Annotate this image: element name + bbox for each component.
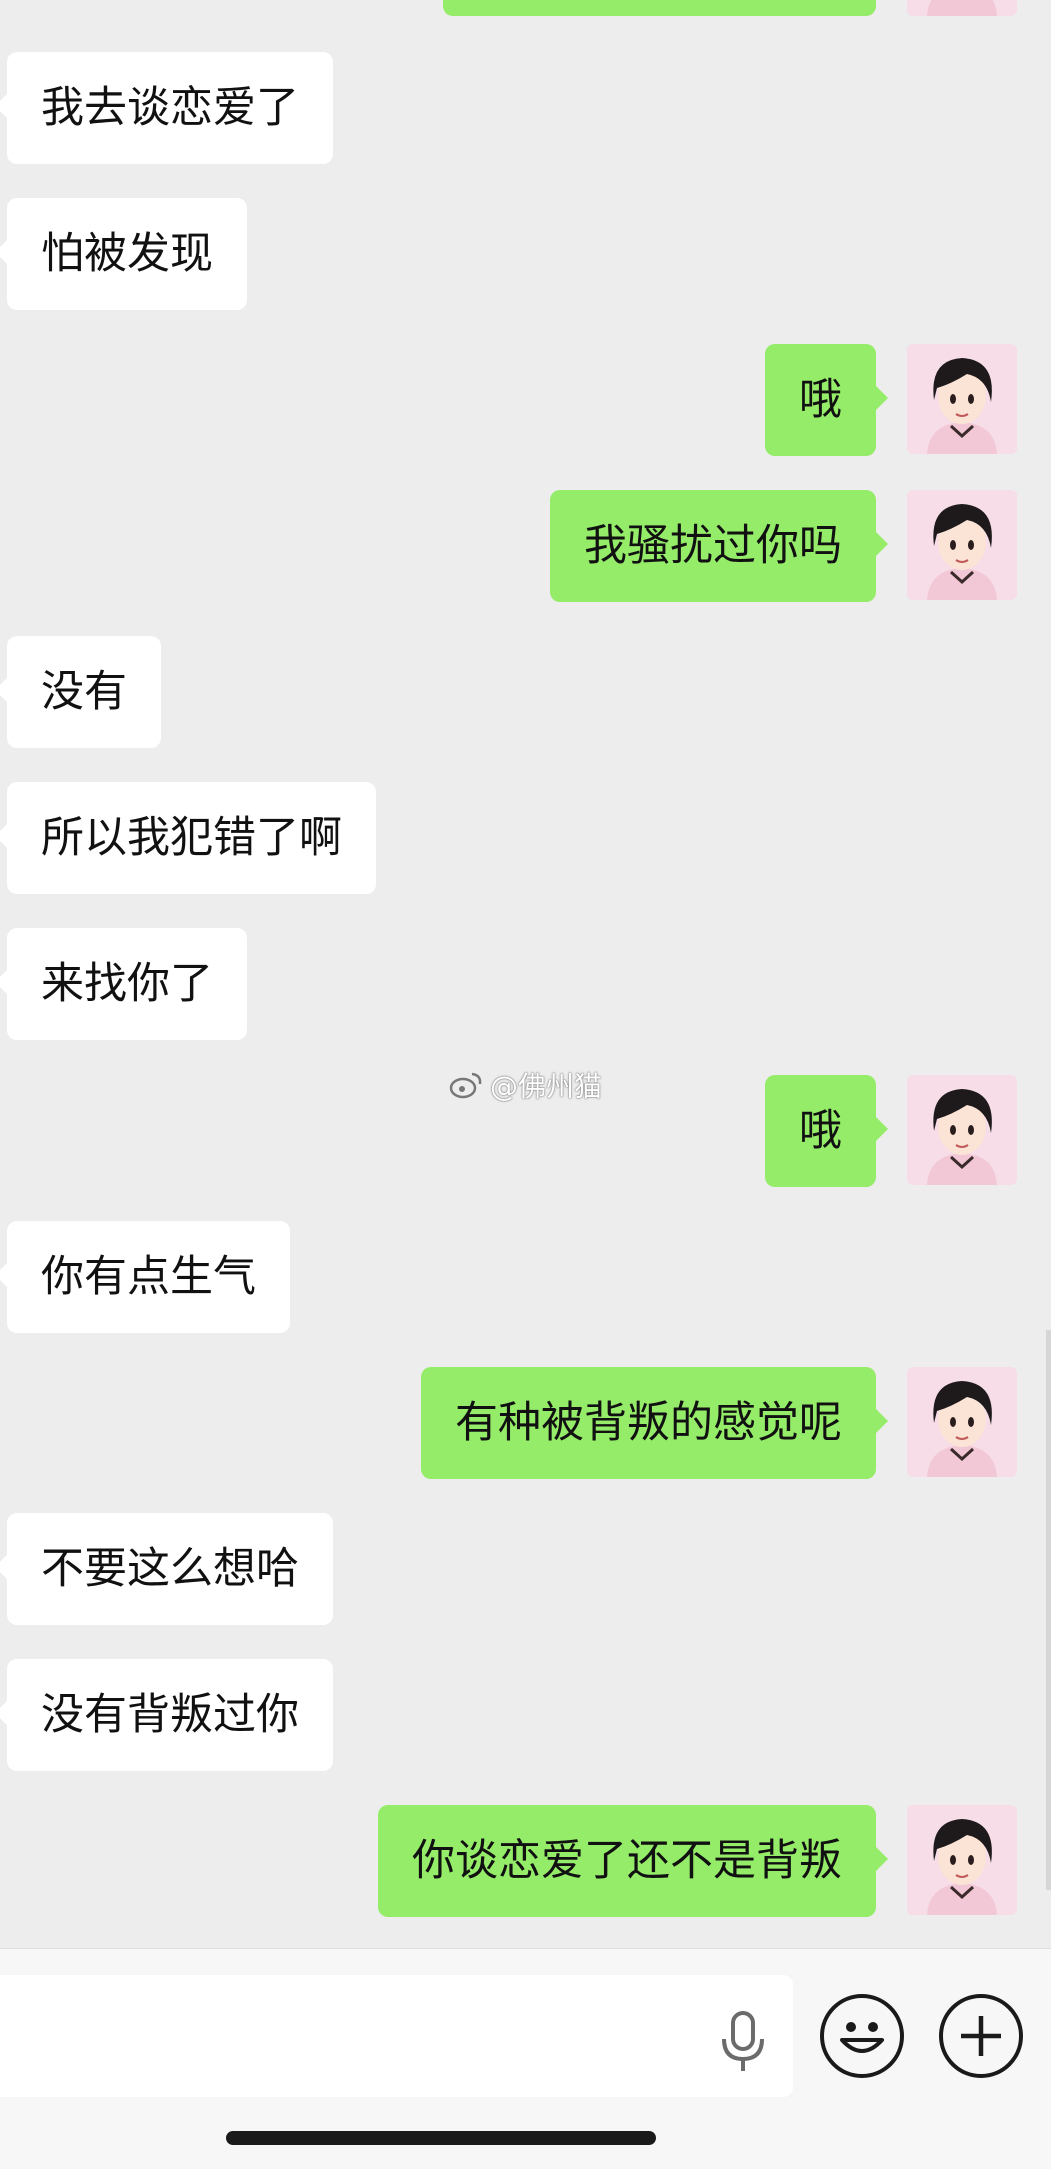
message-bubble-received[interactable]: 你有点生气: [0, 1221, 290, 1333]
message-bubble-received[interactable]: 我去谈恋爱了: [0, 52, 333, 164]
watermark-text: @佛州猫: [490, 1070, 603, 1103]
message-bubble-sent[interactable]: 你谈恋爱了还不是背叛: [378, 1805, 888, 1917]
avatar-image: [907, 1075, 1017, 1185]
emoji-icon: [840, 2022, 884, 2053]
user-avatar[interactable]: [907, 0, 1017, 16]
user-avatar[interactable]: [907, 344, 1017, 454]
message-bubble-received[interactable]: 怕被发现: [0, 198, 247, 310]
more-button[interactable]: [939, 1994, 1023, 2078]
user-avatar[interactable]: [907, 1805, 1017, 1915]
home-indicator[interactable]: [226, 2131, 656, 2145]
avatar-image: [907, 490, 1017, 600]
message-bubble-received[interactable]: 没有: [0, 636, 161, 748]
message-bubble-sent[interactable]: 我骚扰过你吗: [550, 490, 888, 602]
message-bubble-received[interactable]: 不要这么想哈: [0, 1513, 333, 1625]
chat-area[interactable]: 我去谈恋爱了 怕被发现 哦 我骚扰过你吗 没有 所以我犯错了啊 来找你了 @佛州…: [0, 0, 1051, 1948]
user-avatar[interactable]: [907, 490, 1017, 600]
scrollbar[interactable]: [1046, 1330, 1051, 1890]
avatar-image: [907, 344, 1017, 454]
message-bubble-received[interactable]: 来找你了: [0, 928, 247, 1040]
message-bubble-sent[interactable]: 有种被背叛的感觉呢: [421, 1367, 888, 1479]
watermark: @佛州猫: [448, 1063, 602, 1107]
message-bubble-received[interactable]: 没有背叛过你: [0, 1659, 333, 1771]
message-bubble-sent[interactable]: [443, 0, 876, 16]
avatar-image: [907, 0, 1017, 16]
message-bubble-sent[interactable]: 哦: [765, 1075, 888, 1187]
message-bubble-received[interactable]: 所以我犯错了啊: [0, 782, 376, 894]
user-avatar[interactable]: [907, 1367, 1017, 1477]
user-avatar[interactable]: [907, 1075, 1017, 1185]
microphone-icon[interactable]: [718, 2011, 768, 2073]
avatar-image: [907, 1805, 1017, 1915]
weibo-icon: [449, 1072, 482, 1099]
message-input[interactable]: [0, 1975, 793, 2097]
avatar-image: [907, 1367, 1017, 1477]
emoji-button[interactable]: [820, 1994, 904, 2078]
plus-icon: [961, 2016, 1001, 2056]
message-bubble-sent[interactable]: 哦: [765, 344, 888, 456]
